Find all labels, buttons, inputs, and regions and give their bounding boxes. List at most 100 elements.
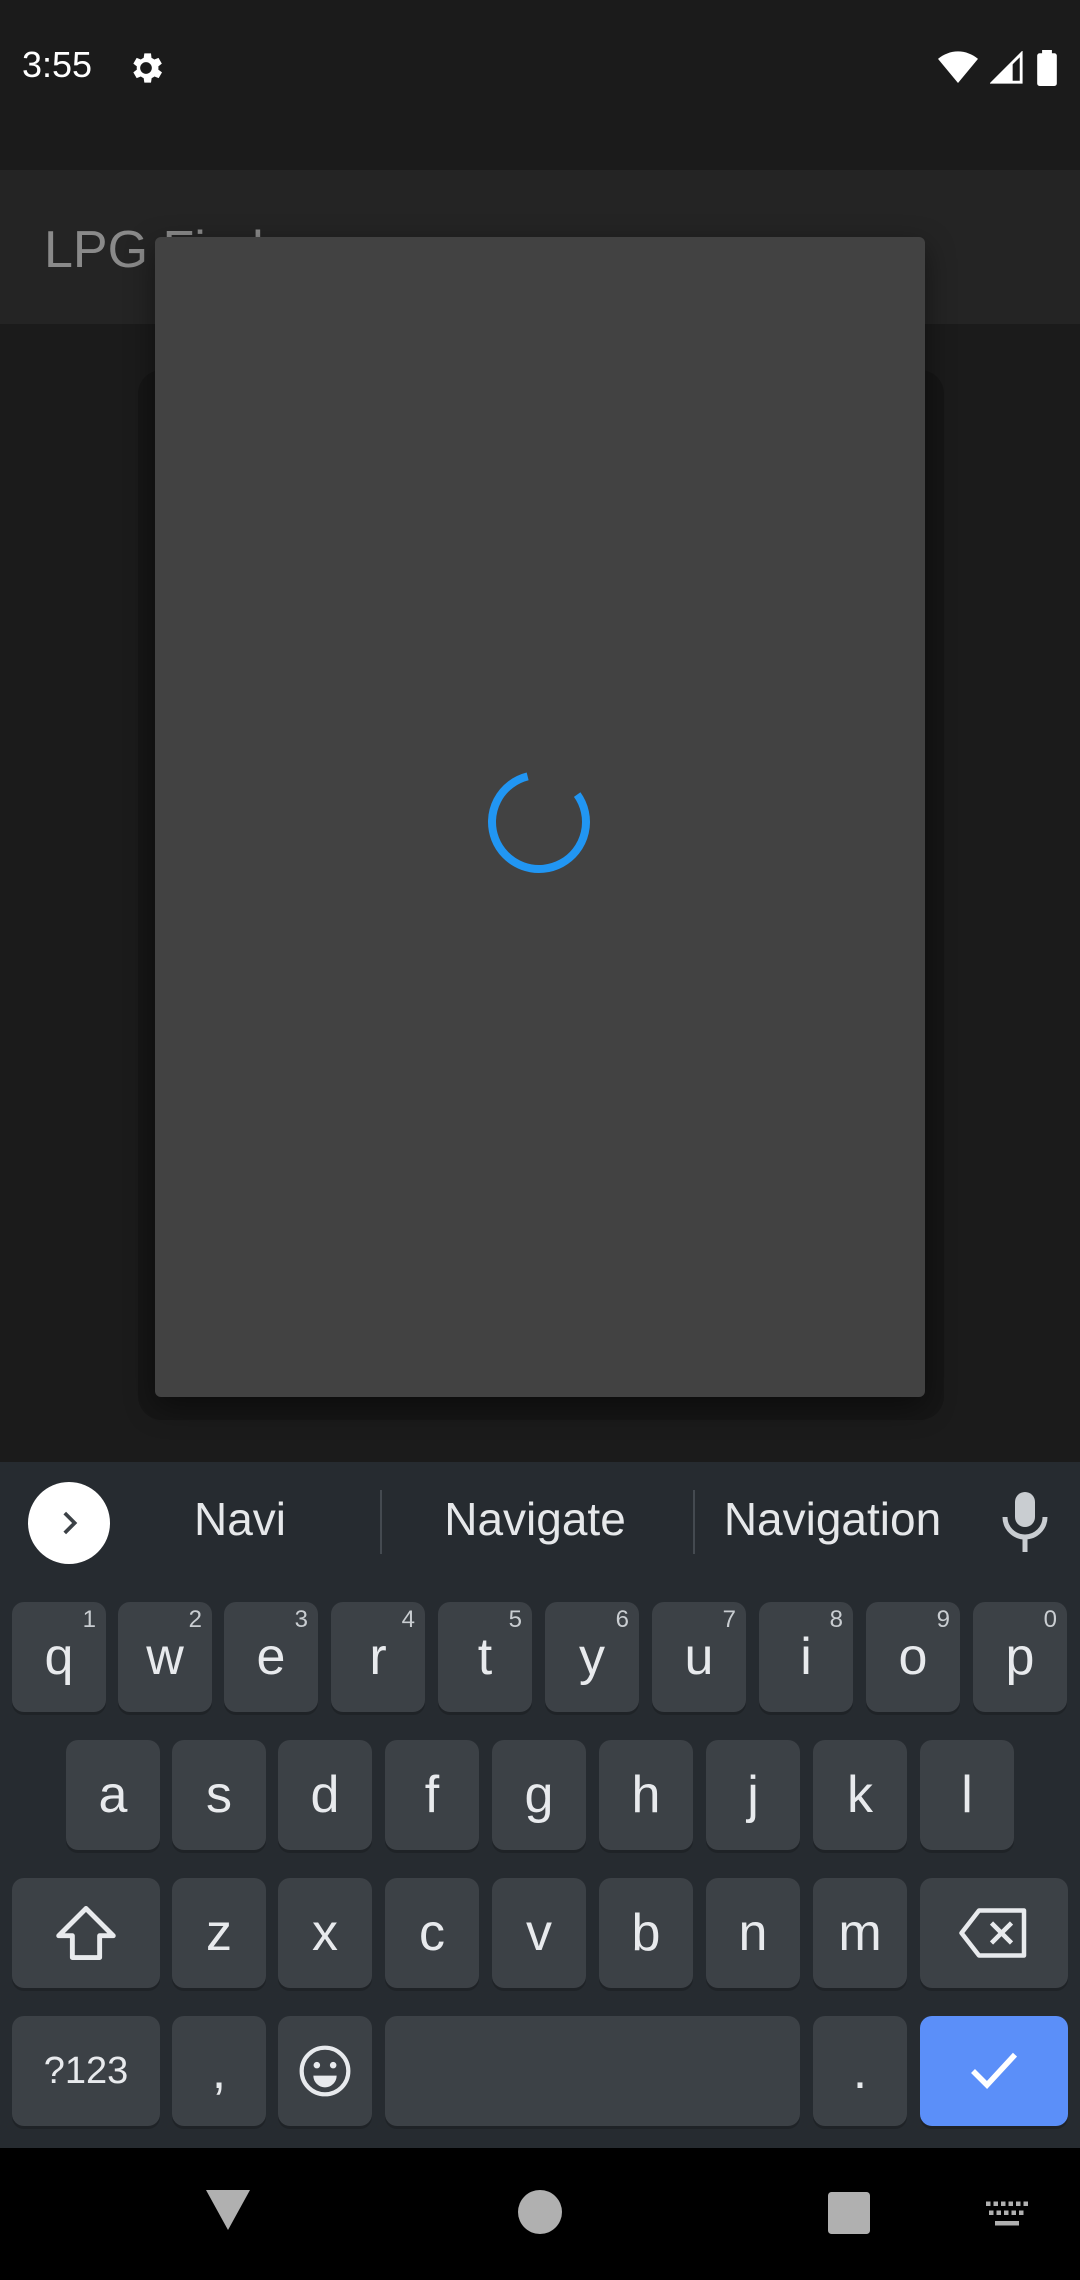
key-alt: 2: [188, 1606, 202, 1633]
key-y[interactable]: y6: [545, 1602, 639, 1712]
key-g[interactable]: g: [492, 1740, 586, 1850]
comma-label: ,: [211, 2042, 227, 2100]
suggestion-2[interactable]: Navigate: [395, 1492, 675, 1546]
key-label: i: [800, 1628, 812, 1686]
key-label: t: [477, 1628, 493, 1686]
key-k[interactable]: k: [813, 1740, 907, 1850]
suggestion-1[interactable]: Navi: [160, 1492, 320, 1546]
key-label: c: [419, 1904, 445, 1962]
key-alt: 4: [401, 1606, 415, 1633]
key-label: e: [256, 1628, 286, 1686]
expand-toolbar-button[interactable]: [28, 1482, 110, 1564]
symbols-label: ?123: [43, 2049, 129, 2092]
key-a[interactable]: a: [66, 1740, 160, 1850]
symbols-key[interactable]: ?123: [12, 2016, 160, 2126]
key-label: v: [526, 1904, 552, 1962]
key-h[interactable]: h: [599, 1740, 693, 1850]
key-label: f: [424, 1766, 440, 1824]
suggestion-divider: [380, 1490, 382, 1554]
period-label: .: [852, 2042, 868, 2100]
recents-square-icon[interactable]: [828, 2192, 870, 2234]
key-m[interactable]: m: [813, 1878, 907, 1988]
soft-keyboard: Navi Navigate Navigation q1 w2 e3 r4 t5 …: [0, 1462, 1080, 2148]
comma-key[interactable]: ,: [172, 2016, 266, 2126]
key-s[interactable]: s: [172, 1740, 266, 1850]
done-key[interactable]: [920, 2016, 1068, 2126]
key-label: a: [98, 1766, 128, 1824]
loading-spinner-icon: [488, 772, 590, 873]
key-d[interactable]: d: [278, 1740, 372, 1850]
system-nav-bar: [0, 2148, 1080, 2280]
key-q[interactable]: q1: [12, 1602, 106, 1712]
key-label: d: [310, 1766, 340, 1824]
shift-arrow-icon: [56, 1906, 116, 1960]
key-i[interactable]: i8: [759, 1602, 853, 1712]
status-icons: [938, 48, 1058, 88]
checkmark-icon: [971, 2052, 1018, 2090]
key-label: p: [1005, 1628, 1035, 1686]
key-label: n: [738, 1904, 768, 1962]
key-label: g: [524, 1766, 554, 1824]
key-alt: 8: [829, 1606, 843, 1633]
shift-key[interactable]: [12, 1878, 160, 1988]
key-label: r: [369, 1628, 387, 1686]
key-alt: 3: [294, 1606, 308, 1633]
chevron-right-icon: [63, 1511, 78, 1535]
key-label: w: [146, 1628, 184, 1686]
key-label: q: [44, 1628, 74, 1686]
key-alt: 5: [508, 1606, 522, 1633]
key-u[interactable]: u7: [652, 1602, 746, 1712]
key-label: k: [847, 1766, 873, 1824]
key-alt: 6: [615, 1606, 629, 1633]
key-label: b: [631, 1904, 661, 1962]
key-c[interactable]: c: [385, 1878, 479, 1988]
key-alt: 0: [1043, 1606, 1057, 1633]
key-label: j: [747, 1766, 759, 1824]
key-j[interactable]: j: [706, 1740, 800, 1850]
key-p[interactable]: p0: [973, 1602, 1067, 1712]
key-l[interactable]: l: [920, 1740, 1014, 1850]
suggestion-strip: Navi Navigate Navigation: [0, 1462, 1080, 1582]
key-r[interactable]: r4: [331, 1602, 425, 1712]
home-circle-icon[interactable]: [518, 2190, 562, 2234]
emoji-key[interactable]: [278, 2016, 372, 2126]
suggestion-divider: [693, 1490, 695, 1554]
key-label: z: [206, 1904, 232, 1962]
key-label: l: [961, 1766, 973, 1824]
key-z[interactable]: z: [172, 1878, 266, 1988]
status-time: 3:55: [22, 44, 93, 85]
battery-icon: [1037, 50, 1057, 86]
key-label: u: [684, 1628, 714, 1686]
key-e[interactable]: e3: [224, 1602, 318, 1712]
key-w[interactable]: w2: [118, 1602, 212, 1712]
key-b[interactable]: b: [599, 1878, 693, 1988]
key-x[interactable]: x: [278, 1878, 372, 1988]
keyboard-switch-icon[interactable]: [984, 2200, 1030, 2230]
cell-signal-icon: [990, 51, 1023, 84]
key-v[interactable]: v: [492, 1878, 586, 1988]
space-key[interactable]: [385, 2016, 800, 2126]
suggestion-3[interactable]: Navigation: [700, 1492, 965, 1546]
key-o[interactable]: o9: [866, 1602, 960, 1712]
status-bar: 3:55: [0, 0, 1080, 170]
wifi-icon: [938, 51, 978, 83]
back-triangle-icon[interactable]: [204, 2188, 252, 2232]
key-t[interactable]: t5: [438, 1602, 532, 1712]
microphone-icon[interactable]: [1000, 1492, 1050, 1552]
period-key[interactable]: .: [813, 2016, 907, 2126]
key-alt: 1: [82, 1606, 96, 1633]
key-n[interactable]: n: [706, 1878, 800, 1988]
key-label: x: [312, 1904, 338, 1962]
key-label: o: [898, 1628, 928, 1686]
key-alt: 9: [936, 1606, 950, 1633]
settings-gear-icon: [133, 53, 162, 83]
loading-dialog: [155, 237, 925, 1397]
backspace-icon: [959, 1908, 1027, 1958]
emoji-smiley-icon: [299, 2045, 351, 2097]
backspace-key[interactable]: [920, 1878, 1068, 1988]
key-alt: 7: [722, 1606, 736, 1633]
key-label: m: [838, 1904, 882, 1962]
key-label: y: [579, 1628, 605, 1686]
key-label: s: [206, 1766, 232, 1824]
key-f[interactable]: f: [385, 1740, 479, 1850]
